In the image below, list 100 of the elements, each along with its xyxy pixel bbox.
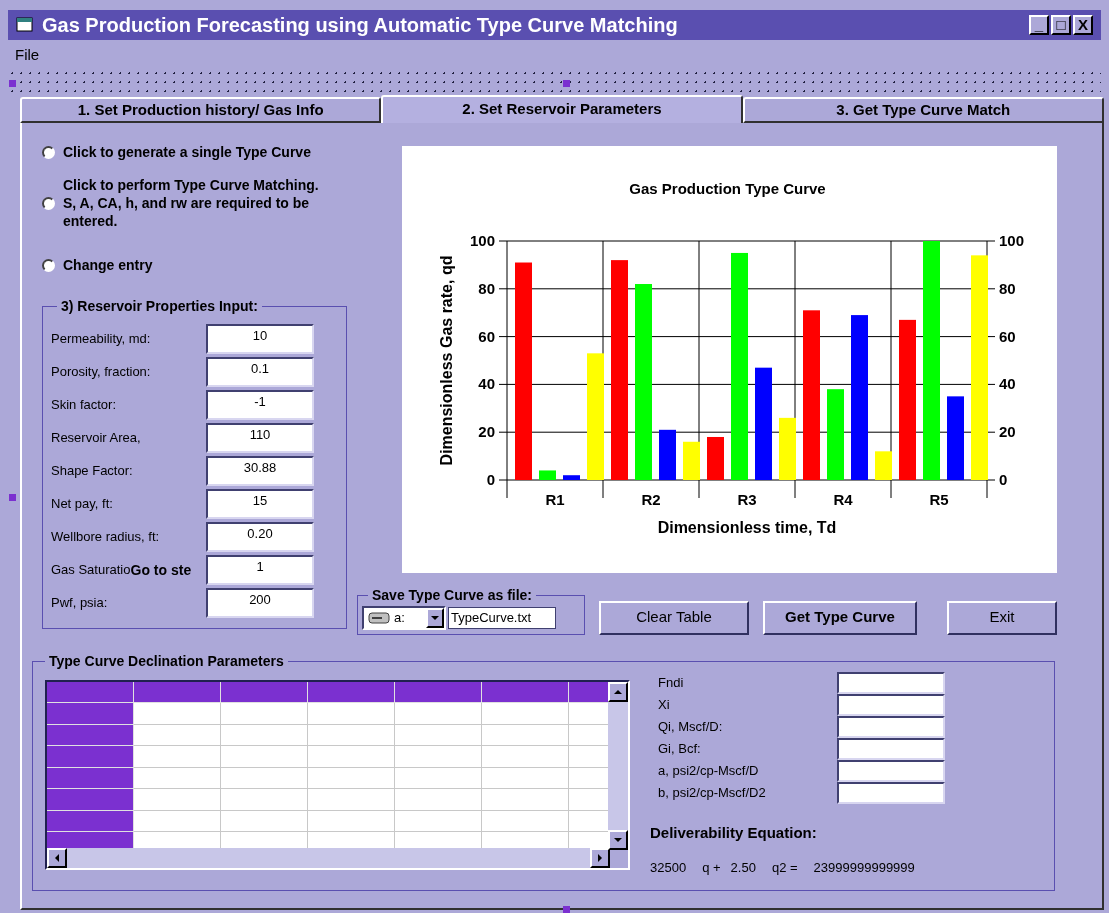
section-title: Deliverability Equation: xyxy=(650,822,818,843)
y-tick-label: 20 xyxy=(999,422,1016,440)
y-tick-label: 80 xyxy=(478,279,495,297)
equation-term: 32500 xyxy=(650,859,687,877)
close-button[interactable]: X xyxy=(1073,15,1093,35)
param-label: Xi xyxy=(657,695,671,714)
window-title: Gas Production Forecasting using Automatic Type Curve Matching xyxy=(42,13,679,38)
grid-cell xyxy=(569,789,609,811)
drive-value: a: xyxy=(394,608,406,627)
y-tick-label: 60 xyxy=(999,327,1016,345)
field-label: Net pay, ft: xyxy=(51,495,113,514)
equation-term: q2 = xyxy=(771,859,798,877)
scroll-down-icon[interactable] xyxy=(614,837,622,842)
category-label: R4 xyxy=(833,490,853,508)
resize-handle[interactable] xyxy=(563,906,570,913)
radio-button[interactable] xyxy=(42,259,55,272)
group-title: Type Curve Declination Parameters xyxy=(48,651,285,671)
chart-title: Gas Production Type Curve xyxy=(629,179,826,197)
y-tick-label: 60 xyxy=(478,327,495,345)
field-label: Skin factor: xyxy=(51,396,117,415)
tab[interactable]: 2. Set Reservoir Parameters xyxy=(381,94,743,123)
grid-header-cell xyxy=(569,681,609,703)
window-icon xyxy=(16,17,34,33)
y-tick-label: 40 xyxy=(478,374,495,392)
text-field[interactable]: 10 xyxy=(206,324,314,354)
grid-cell xyxy=(569,724,609,746)
text-field[interactable]: 0.1 xyxy=(206,357,314,387)
field-label: Shape Factor: xyxy=(51,462,133,481)
y-tick-label: 100 xyxy=(469,231,495,249)
group-title: Save Type Curve as file: xyxy=(371,585,534,605)
clear-table-button[interactable]: Clear Table xyxy=(599,600,749,635)
y-tick-label: 0 xyxy=(486,470,495,488)
get-type-curve-button[interactable]: Get Type Curve xyxy=(763,600,917,635)
filename-field[interactable]: TypeCurve.txt xyxy=(448,606,556,629)
tab[interactable]: 1. Set Production history/ Gas Info xyxy=(20,96,382,123)
y-tick-label: 100 xyxy=(999,231,1025,249)
equation-term: 23999999999999 xyxy=(813,859,915,877)
category-label: R5 xyxy=(929,490,949,508)
text-field[interactable]: 0.20 xyxy=(206,522,314,552)
param-label: Qi, Mscf/D: xyxy=(657,717,724,736)
field-label: Pwf, psia: xyxy=(51,594,108,613)
param-label: Gi, Bcf: xyxy=(657,739,702,758)
grid-cell xyxy=(569,810,609,832)
menu-item[interactable]: File xyxy=(15,44,40,67)
y-tick-label: 80 xyxy=(999,279,1016,297)
resize-handle[interactable] xyxy=(9,80,16,87)
field-label: Permeability, md: xyxy=(51,330,151,349)
text-field[interactable]: 30.88 xyxy=(206,456,314,486)
data-grid[interactable] xyxy=(45,679,630,870)
x-axis-title: Dimensionless time, Td xyxy=(657,518,837,536)
scroll-up-icon[interactable] xyxy=(614,689,622,694)
field-label: Porosity, fraction: xyxy=(51,363,151,382)
radio-button[interactable] xyxy=(42,146,55,159)
drive-dropdown[interactable]: a: xyxy=(362,605,446,630)
resize-handle[interactable] xyxy=(563,80,570,87)
exit-button[interactable]: Exit xyxy=(947,600,1057,635)
text-field[interactable] xyxy=(837,693,945,716)
text-field[interactable] xyxy=(837,671,945,694)
option-label: Click to generate a single Type Curve xyxy=(63,142,312,161)
group-title: 3) Reservoir Properties Input: xyxy=(60,296,259,316)
equation-term: 2.50 xyxy=(730,859,756,877)
y-tick-label: 40 xyxy=(999,374,1016,392)
horizontal-scrollbar[interactable] xyxy=(47,847,610,868)
tab[interactable]: 3. Get Type Curve Match xyxy=(742,96,1104,123)
grid-cell xyxy=(569,746,609,768)
resize-handle[interactable] xyxy=(9,494,16,501)
text-field[interactable]: 110 xyxy=(206,423,314,453)
option-label: Click to perform Type Curve Matching. S, A, CA, h, and rw are required to be entered. xyxy=(63,175,320,230)
category-label: R1 xyxy=(545,490,565,508)
equation-term: q + xyxy=(702,859,721,877)
text-field[interactable] xyxy=(837,737,945,760)
text-field[interactable]: 15 xyxy=(206,489,314,519)
field-label: Gas Saturatio xyxy=(51,561,131,580)
grid-cell xyxy=(569,703,609,725)
step-hint: Go to ste xyxy=(130,560,192,580)
scroll-right-icon[interactable] xyxy=(598,853,602,862)
category-label: R3 xyxy=(737,490,757,508)
field-label: Reservoir Area, xyxy=(51,429,141,448)
y-tick-label: 20 xyxy=(478,422,495,440)
text-field[interactable]: 1 xyxy=(206,555,314,585)
param-label: Fndi xyxy=(657,673,685,692)
grid-cell xyxy=(569,767,609,789)
y-axis-title: Dimensionless Gas rate, qd xyxy=(438,255,455,465)
param-label: b, psi2/cp-Mscf/D2 xyxy=(657,783,767,802)
category-label: R2 xyxy=(641,490,661,508)
minimize-button[interactable]: _ xyxy=(1029,15,1049,35)
vertical-scrollbar[interactable] xyxy=(608,681,628,850)
text-field[interactable]: 200 xyxy=(206,588,314,618)
text-field[interactable] xyxy=(837,759,945,782)
scroll-left-icon[interactable] xyxy=(55,853,59,862)
drive-icon xyxy=(368,611,390,624)
radio-button[interactable] xyxy=(42,197,55,210)
option-label: Change entry xyxy=(63,255,154,274)
param-label: a, psi2/cp-Mscf/D xyxy=(657,761,760,780)
text-field[interactable] xyxy=(837,781,945,804)
text-field[interactable] xyxy=(837,715,945,738)
text-field[interactable]: -1 xyxy=(206,390,314,420)
maximize-button[interactable]: □ xyxy=(1051,15,1071,35)
field-label: Wellbore radius, ft: xyxy=(51,528,160,547)
y-tick-label: 0 xyxy=(999,470,1008,488)
